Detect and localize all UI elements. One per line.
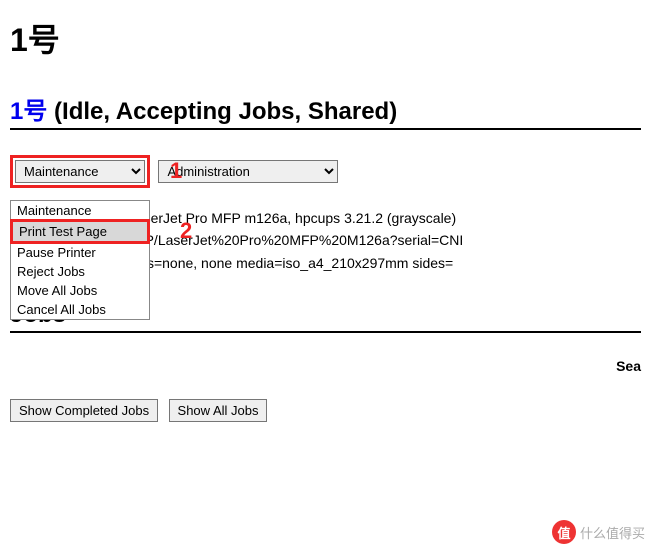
description-value: P LaserJet Pro MFP m126a, hpcups 3.21.2 … <box>115 210 456 226</box>
job-buttons-row: Show Completed Jobs Show All Jobs <box>10 399 641 422</box>
annotation-1: 1 <box>170 158 182 184</box>
search-label: Sea <box>616 358 641 374</box>
maintenance-option-print-test-page[interactable]: Print Test Page <box>10 219 150 244</box>
maintenance-option[interactable]: Maintenance <box>11 201 149 220</box>
maintenance-select-highlight: Maintenance <box>10 155 150 188</box>
maintenance-dropdown-open: Maintenance Print Test Page Pause Printe… <box>10 200 150 320</box>
printer-name-link[interactable]: 1号 <box>10 98 47 125</box>
show-completed-jobs-button[interactable]: Show Completed Jobs <box>10 399 158 422</box>
annotation-2: 2 <box>180 218 192 244</box>
watermark: 值 什么值得买 <box>552 520 645 544</box>
controls-row: Maintenance Administration <box>10 155 641 188</box>
maintenance-option[interactable]: Reject Jobs <box>11 262 149 281</box>
watermark-logo: 值 <box>552 520 576 544</box>
page-title: 1号 <box>10 15 641 61</box>
search-row: Sea <box>10 358 641 374</box>
connection-value: b://HP/LaserJet%20Pro%20MFP%20M126a?seri… <box>115 232 463 248</box>
maintenance-option[interactable]: Move All Jobs <box>11 281 149 300</box>
printer-heading: 1号 (Idle, Accepting Jobs, Shared) <box>10 91 641 130</box>
maintenance-option[interactable]: Pause Printer <box>11 243 149 262</box>
administration-select[interactable]: Administration <box>158 160 338 183</box>
printer-status-text: (Idle, Accepting Jobs, Shared) <box>47 98 397 125</box>
show-all-jobs-button[interactable]: Show All Jobs <box>169 399 268 422</box>
maintenance-select[interactable]: Maintenance <box>15 160 145 183</box>
maintenance-option[interactable]: Cancel All Jobs <box>11 300 149 319</box>
watermark-text: 什么值得买 <box>580 523 645 542</box>
